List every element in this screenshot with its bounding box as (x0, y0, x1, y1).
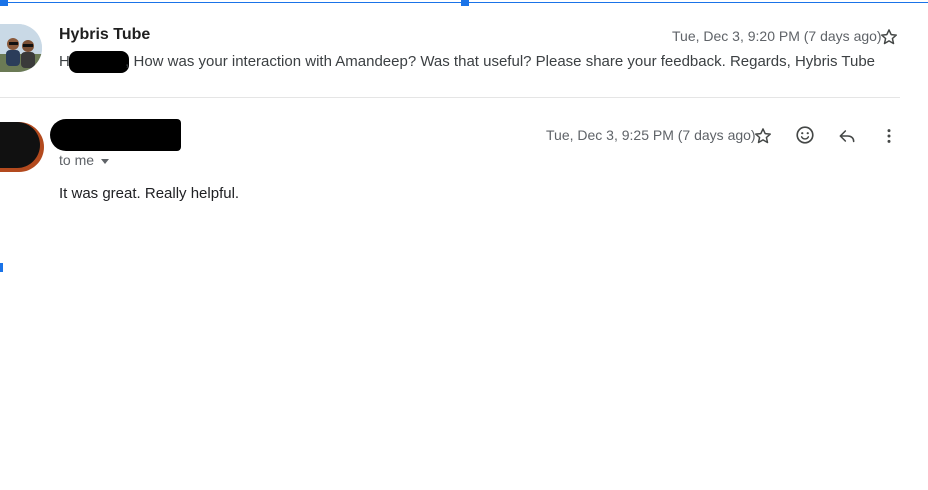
redacted-name (69, 51, 130, 73)
recipient-details[interactable]: to me (59, 152, 110, 168)
avatar-redacted (0, 122, 40, 168)
avatar[interactable] (0, 24, 42, 72)
sender-name-redacted (50, 119, 181, 151)
more-vert-icon[interactable] (878, 125, 900, 147)
reply-icon[interactable] (836, 125, 858, 147)
message-date: Tue, Dec 3, 9:20 PM (7 days ago) (672, 28, 882, 44)
chevron-down-icon[interactable] (101, 158, 110, 164)
emoji-icon[interactable] (794, 124, 816, 146)
sender-name[interactable]: Hybris Tube (59, 26, 150, 44)
snippet-text: , How was your interaction with Amandeep… (125, 52, 876, 70)
selection-handle[interactable] (0, 263, 3, 272)
star-icon[interactable] (752, 125, 774, 147)
message-date: Tue, Dec 3, 9:25 PM (7 days ago) (546, 127, 756, 143)
avatar-photo (0, 24, 42, 72)
recipient-label: to me (59, 152, 95, 168)
message-body: It was great. Really helpful. (59, 185, 240, 202)
star-icon[interactable] (878, 26, 900, 48)
message-collapsed[interactable]: Hybris Tube Tue, Dec 3, 9:20 PM (7 days … (0, 0, 900, 98)
message-snippet: Hi, How was your interaction with Amande… (59, 51, 875, 73)
avatar[interactable] (0, 122, 44, 172)
